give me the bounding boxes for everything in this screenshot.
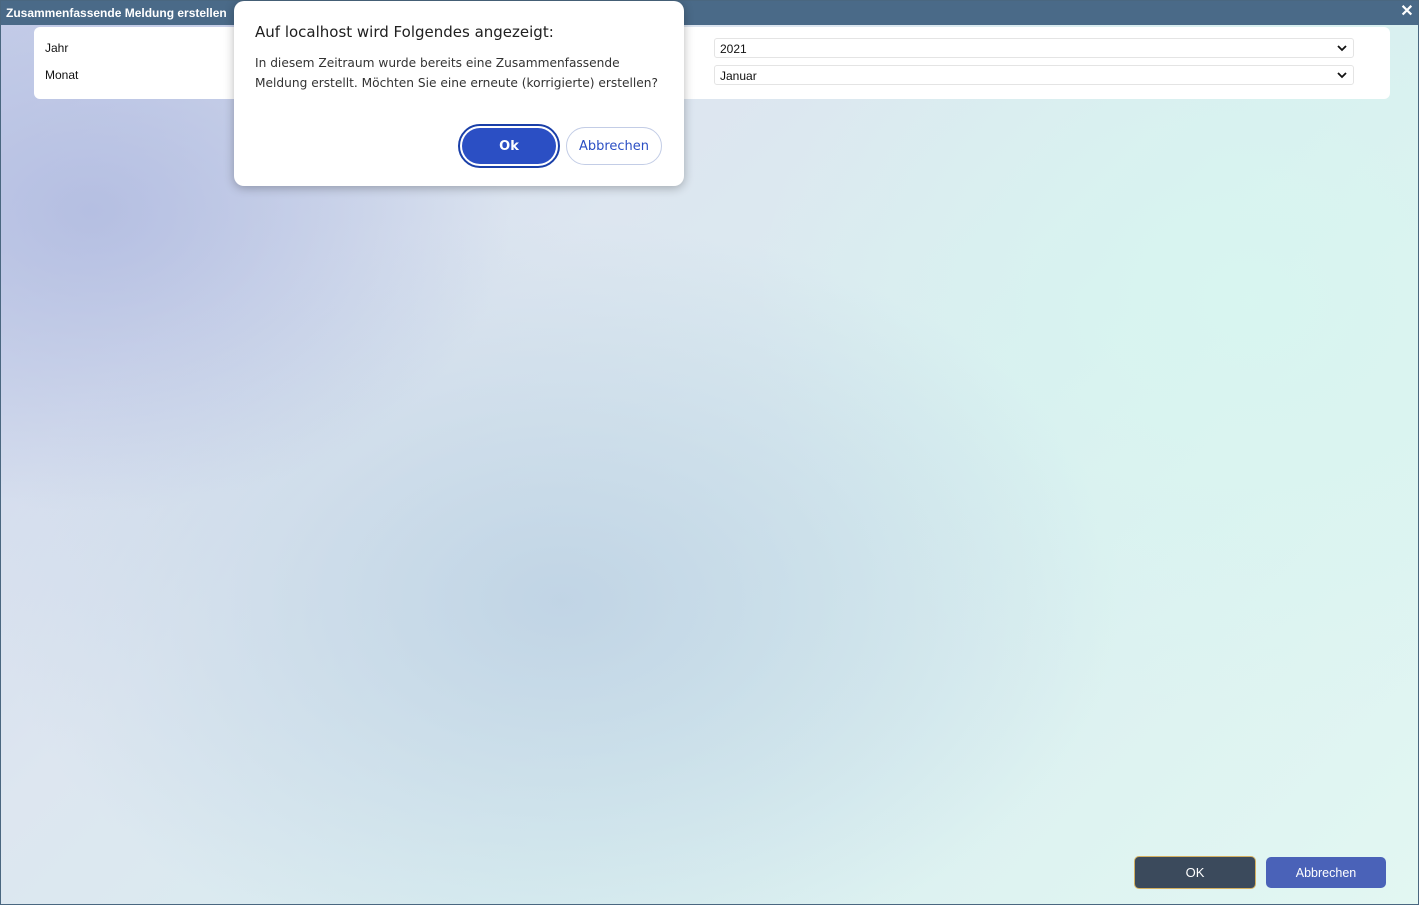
dialog-cancel-button[interactable]: Abbrechen <box>566 127 662 165</box>
window-titlebar: Zusammenfassende Meldung erstellen ✕ <box>1 1 1418 25</box>
month-select-value: Januar <box>720 69 757 83</box>
dialog-heading: Auf localhost wird Folgendes angezeigt: <box>255 23 554 41</box>
month-label: Monat <box>45 68 79 82</box>
window-title: Zusammenfassende Meldung erstellen <box>6 6 227 20</box>
confirm-dialog: Auf localhost wird Folgendes angezeigt: … <box>234 1 684 186</box>
year-select[interactable]: 2021 <box>714 38 1354 58</box>
year-select-value: 2021 <box>720 42 747 56</box>
chevron-down-icon <box>1337 45 1347 52</box>
dialog-ok-label: Ok <box>462 128 556 164</box>
close-icon[interactable]: ✕ <box>1400 4 1414 20</box>
dialog-ok-button[interactable]: Ok <box>458 124 560 168</box>
footer-ok-button[interactable]: OK <box>1134 856 1256 889</box>
month-select[interactable]: Januar <box>714 65 1354 85</box>
dialog-message: In diesem Zeitraum wurde bereits eine Zu… <box>255 56 658 90</box>
footer-cancel-button[interactable]: Abbrechen <box>1266 857 1386 888</box>
app-window: Zusammenfassende Meldung erstellen ✕ Jah… <box>0 0 1419 905</box>
chevron-down-icon <box>1337 72 1347 79</box>
year-label: Jahr <box>45 41 69 55</box>
